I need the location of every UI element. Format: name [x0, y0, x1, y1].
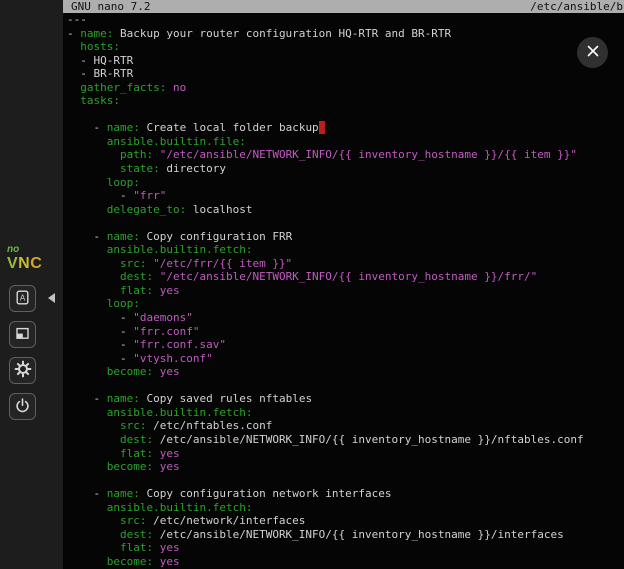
editor-line: ansible.builtin.file: — [67, 135, 624, 149]
svg-text:A: A — [20, 293, 26, 302]
editor-line: hosts: — [67, 40, 624, 54]
editor-line: dest: /etc/ansible/NETWORK_INFO/{{ inven… — [67, 528, 624, 542]
editor-line — [67, 216, 624, 230]
editor-line: become: yes — [67, 460, 624, 474]
editor-line: - "frr" — [67, 189, 624, 203]
power-button[interactable] — [9, 393, 36, 420]
terminal[interactable]: GNU nano 7.2 /etc/ansible/b ---- name: B… — [63, 0, 624, 569]
editor-line: --- — [67, 13, 624, 27]
editor-line: dest: /etc/ansible/NETWORK_INFO/{{ inven… — [67, 433, 624, 447]
collapse-arrow-icon — [48, 293, 55, 303]
editor-line: - "frr.conf" — [67, 325, 624, 339]
editor-line: - "vtysh.conf" — [67, 352, 624, 366]
editor-line: - name: Copy saved rules nftables — [67, 392, 624, 406]
editor-line: flat: yes — [67, 541, 624, 555]
editor-line — [67, 379, 624, 393]
editor-line: ansible.builtin.fetch: — [67, 406, 624, 420]
novnc-logo-text-vnc: VNC — [7, 256, 42, 272]
editor-line: path: "/etc/ansible/NETWORK_INFO/{{ inve… — [67, 148, 624, 162]
editor-line: - name: Copy configuration FRR — [67, 230, 624, 244]
editor-line: flat: yes — [67, 447, 624, 461]
editor-line — [67, 108, 624, 122]
novnc-logo-text-no: no — [7, 245, 42, 255]
editor-line: - "frr.conf.sav" — [67, 338, 624, 352]
close-icon — [586, 44, 600, 61]
editor-line: dest: "/etc/ansible/NETWORK_INFO/{{ inve… — [67, 270, 624, 284]
nano-filename: /etc/ansible/b — [530, 0, 623, 13]
editor-line: become: yes — [67, 365, 624, 379]
editor-line — [67, 474, 624, 488]
editor-line: loop: — [67, 176, 624, 190]
editor-line: become: yes — [67, 555, 624, 569]
editor-line: src: "/etc/frr/{{ item }}" — [67, 257, 624, 271]
fullscreen-button[interactable] — [9, 321, 36, 348]
editor-line: src: /etc/network/interfaces — [67, 514, 624, 528]
editor-line: gather_facts: no — [67, 81, 624, 95]
settings-button[interactable] — [9, 357, 36, 384]
vnc-control-bar: no VNC A — [0, 0, 63, 569]
novnc-logo: no VNC — [7, 245, 42, 272]
editor-line: tasks: — [67, 94, 624, 108]
control-bar-handle[interactable] — [43, 289, 59, 307]
editor-line: src: /etc/nftables.conf — [67, 419, 624, 433]
fullscreen-icon — [14, 325, 31, 345]
editor-line: - name: Backup your router configuration… — [67, 27, 624, 41]
editor-line: - HQ-RTR — [67, 54, 624, 68]
gear-icon — [14, 360, 32, 381]
clipboard-icon: A — [14, 289, 31, 309]
editor-line: - name: Copy configuration network inter… — [67, 487, 624, 501]
cursor-block — [319, 121, 326, 134]
editor-line: flat: yes — [67, 284, 624, 298]
editor-line: state: directory — [67, 162, 624, 176]
vnc-viewport: no VNC A — [0, 0, 624, 569]
editor-line: ansible.builtin.fetch: — [67, 243, 624, 257]
editor-line: ansible.builtin.fetch: — [67, 501, 624, 515]
close-button[interactable] — [577, 37, 608, 68]
editor-line: - name: Create local folder backup — [67, 121, 624, 135]
editor-line: loop: — [67, 297, 624, 311]
power-icon — [14, 397, 31, 417]
clipboard-button[interactable]: A — [9, 285, 36, 312]
editor-line: - "daemons" — [67, 311, 624, 325]
nano-titlebar: GNU nano 7.2 /etc/ansible/b — [63, 0, 624, 13]
editor[interactable]: ---- name: Backup your router configurat… — [63, 13, 624, 568]
editor-line: - BR-RTR — [67, 67, 624, 81]
nano-version: GNU nano 7.2 — [71, 0, 150, 13]
editor-line: delegate_to: localhost — [67, 203, 624, 217]
